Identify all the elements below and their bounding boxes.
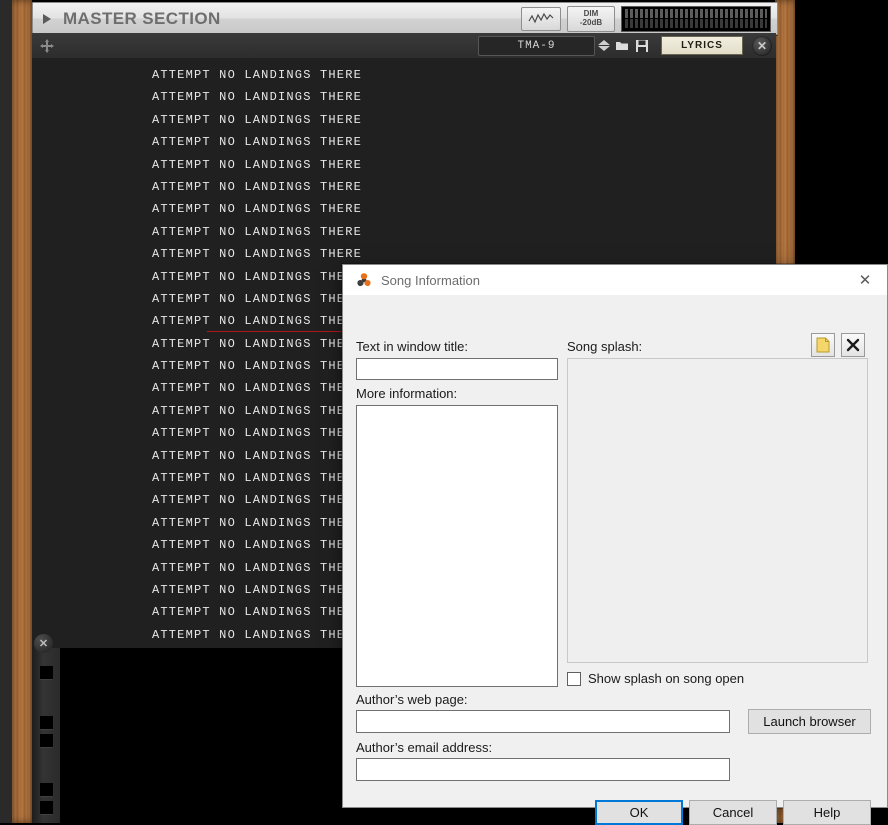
web-page-input[interactable] xyxy=(356,710,730,733)
window-title-label: Text in window title: xyxy=(356,339,468,354)
master-section-header[interactable]: MASTER SECTION DIM -20dB xyxy=(32,2,778,35)
song-toolbar: TMA-9 LYRICS ✕ xyxy=(32,33,776,59)
meter-row-right xyxy=(625,19,767,28)
dialog-body: Text in window title: More information: … xyxy=(343,296,887,825)
lyric-line: ATTEMPT NO LANDINGS THERE xyxy=(151,90,362,105)
reaper-trefoil-icon xyxy=(357,273,371,287)
show-splash-checkbox-row[interactable]: Show splash on song open xyxy=(567,671,744,686)
launch-browser-button[interactable]: Launch browser xyxy=(748,709,871,734)
left-dark-strip xyxy=(0,0,12,823)
spinner-down-icon[interactable] xyxy=(598,46,610,51)
lyric-line: ATTEMPT NO LANDINGS THERE xyxy=(151,135,362,150)
waveform-icon-button[interactable] xyxy=(521,6,561,31)
email-input[interactable] xyxy=(356,758,730,781)
rack-wood-panel-left xyxy=(12,0,32,823)
floppy-save-icon[interactable] xyxy=(633,37,650,55)
lyrics-tab-button[interactable]: LYRICS xyxy=(661,36,743,55)
cancel-button[interactable]: Cancel xyxy=(689,800,777,825)
song-splash-preview[interactable] xyxy=(567,358,868,663)
song-toolbar-right: TMA-9 LYRICS ✕ xyxy=(478,35,776,56)
dialog-title: Song Information xyxy=(381,272,481,288)
song-information-dialog: Song Information ✕ Text in window title:… xyxy=(342,264,888,825)
close-circle-icon[interactable]: ✕ xyxy=(752,35,772,56)
clear-splash-button[interactable] xyxy=(841,333,865,357)
song-splash-label: Song splash: xyxy=(567,339,643,354)
close-icon[interactable]: ✕ xyxy=(843,265,887,295)
rack-close-circle-icon[interactable]: ✕ xyxy=(34,634,53,653)
lyric-line: ATTEMPT NO LANDINGS THERE xyxy=(151,202,362,217)
lyric-line: ATTEMPT NO LANDINGS THERE xyxy=(151,112,362,127)
master-section-title: MASTER SECTION xyxy=(63,8,221,28)
more-information-textarea[interactable] xyxy=(356,405,558,687)
rack-hole xyxy=(40,666,53,679)
rack-hole xyxy=(40,734,53,747)
lyric-line: ATTEMPT NO LANDINGS THERE xyxy=(151,157,362,172)
help-button[interactable]: Help xyxy=(783,800,871,825)
spinner-up-down-icon[interactable] xyxy=(598,40,610,51)
rack-hole xyxy=(40,801,53,814)
ok-button[interactable]: OK xyxy=(595,800,683,825)
lyric-line: ATTEMPT NO LANDINGS THERE xyxy=(151,179,362,194)
lyric-line: ATTEMPT NO LANDINGS THERE xyxy=(151,224,362,239)
web-page-label: Author’s web page: xyxy=(356,692,468,707)
floppy-glyph xyxy=(635,39,648,52)
file-yellow-icon xyxy=(816,337,830,353)
show-splash-label: Show splash on song open xyxy=(588,671,745,686)
show-splash-checkbox[interactable] xyxy=(567,671,581,686)
rack-hole xyxy=(40,783,53,796)
folder-glyph xyxy=(615,41,628,50)
triangle-right-icon[interactable] xyxy=(43,13,51,24)
email-label: Author’s email address: xyxy=(356,740,493,755)
rack-rail-left xyxy=(32,648,60,823)
waveform-icon xyxy=(528,12,554,24)
move-handle-icon[interactable] xyxy=(36,36,58,56)
more-information-label: More information: xyxy=(356,386,458,401)
lyric-line: ATTEMPT NO LANDINGS THERE xyxy=(151,68,362,82)
folder-icon[interactable] xyxy=(613,37,630,55)
master-level-meter xyxy=(621,5,771,32)
lyric-line: ATTEMPT NO LANDINGS THERE xyxy=(151,247,362,262)
move-handle-glyph xyxy=(40,38,54,53)
x-clear-icon xyxy=(846,338,860,352)
master-header-controls: DIM -20dB xyxy=(521,5,777,32)
rack-hole xyxy=(40,716,53,729)
dim-label-line2: -20dB xyxy=(579,17,603,27)
dialog-titlebar[interactable]: Song Information ✕ xyxy=(343,265,887,296)
load-splash-button[interactable] xyxy=(811,333,835,357)
meter-row-left xyxy=(625,9,767,18)
dim-button[interactable]: DIM -20dB xyxy=(567,5,615,32)
spinner-up-icon[interactable] xyxy=(598,40,610,45)
song-name-field[interactable]: TMA-9 xyxy=(478,35,595,56)
window-title-input[interactable] xyxy=(356,358,558,380)
